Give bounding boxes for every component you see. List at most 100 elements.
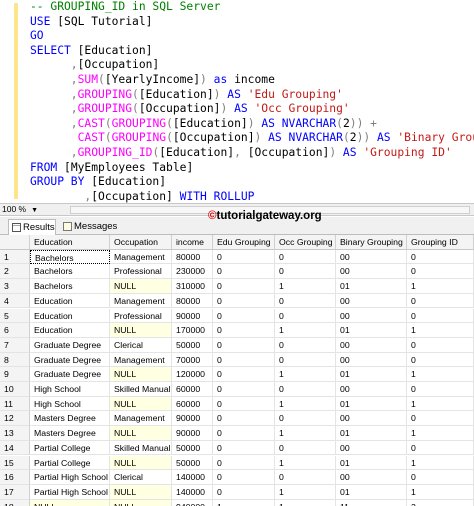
row-number[interactable]: 3 — [0, 279, 30, 294]
table-cell[interactable]: 0 — [213, 411, 275, 427]
table-cell[interactable]: NULL — [110, 426, 172, 441]
table-cell[interactable]: 0 — [213, 264, 275, 280]
table-cell[interactable]: Graduate Degree — [30, 367, 110, 382]
table-cell[interactable]: Professional — [110, 264, 172, 280]
grid-corner[interactable] — [0, 235, 30, 250]
table-cell[interactable]: Management — [110, 411, 172, 427]
table-cell[interactable]: 0 — [407, 411, 474, 427]
table-cell[interactable]: 0 — [213, 249, 275, 265]
table-cell[interactable]: 1 — [407, 323, 474, 338]
table-cell[interactable]: 1 — [213, 499, 275, 506]
table-cell[interactable]: 1 — [407, 367, 474, 382]
table-cell[interactable]: 50000 — [172, 337, 213, 353]
table-cell[interactable]: 1 — [275, 499, 336, 506]
table-cell[interactable]: 1 — [407, 426, 474, 441]
table-cell[interactable]: 00 — [336, 411, 407, 427]
table-cell[interactable]: 1 — [275, 396, 336, 412]
table-cell[interactable]: 00 — [336, 337, 407, 353]
table-cell[interactable]: 1 — [275, 426, 336, 441]
table-cell[interactable]: 1 — [407, 484, 474, 500]
table-cell[interactable]: 90000 — [172, 411, 213, 427]
row-number[interactable]: 7 — [0, 337, 30, 353]
code-line[interactable]: ,GROUPING_ID([Education], [Occupation]) … — [30, 146, 474, 161]
table-row[interactable]: 17 Partial High School NULL 140000 0 1 01 1 — [0, 484, 474, 500]
table-cell[interactable]: High School — [30, 396, 110, 412]
table-cell[interactable]: 0 — [407, 352, 474, 368]
table-cell[interactable]: 0 — [213, 308, 275, 324]
table-row[interactable]: 18NULLNULL94000011113 — [0, 499, 474, 506]
row-number[interactable]: 15 — [0, 455, 30, 471]
table-cell[interactable]: NULL — [110, 499, 172, 506]
code-line[interactable]: -- GROUPING_ID in SQL Server — [30, 0, 474, 15]
row-number[interactable]: 10 — [0, 382, 30, 397]
table-cell[interactable]: 0 — [275, 352, 336, 368]
table-cell[interactable]: 00 — [336, 308, 407, 324]
table-row[interactable]: 6 Education NULL 170000 0 1 01 1 — [0, 323, 474, 338]
table-cell[interactable]: Bachelors — [30, 249, 110, 265]
table-cell[interactable]: 0 — [275, 440, 336, 456]
column-header[interactable]: Occupation — [110, 235, 172, 250]
table-cell[interactable]: 01 — [336, 279, 407, 294]
table-cell[interactable]: 80000 — [172, 293, 213, 309]
code-line[interactable]: ,CAST(GROUPING([Education]) AS NVARCHAR(… — [30, 117, 474, 132]
sql-code[interactable]: -- GROUPING_ID in SQL Server USE [SQL Tut… — [30, 0, 474, 203]
table-cell[interactable]: 90000 — [172, 308, 213, 324]
table-cell[interactable]: Skilled Manual — [110, 382, 172, 397]
table-cell[interactable]: 00 — [336, 470, 407, 485]
table-cell[interactable]: 00 — [336, 440, 407, 456]
code-line[interactable]: FROM [MyEmployees Table] — [30, 161, 474, 176]
code-line[interactable]: SELECT [Education] — [30, 44, 474, 59]
code-line[interactable]: GO — [30, 29, 474, 44]
column-header[interactable]: Occ Grouping — [275, 235, 336, 250]
table-cell[interactable]: Clerical — [110, 337, 172, 353]
table-row[interactable]: 12 Masters Degree Management 90000 0 0 00 0 — [0, 411, 474, 427]
table-cell[interactable]: 140000 — [172, 484, 213, 500]
table-cell[interactable]: NULL — [110, 279, 172, 294]
row-number[interactable]: 18 — [0, 499, 30, 506]
table-cell[interactable]: 0 — [213, 352, 275, 368]
table-row[interactable]: 4 Education Management 80000 0 0 00 0 — [0, 293, 474, 309]
code-line[interactable]: ,SUM([YearlyIncome]) as income — [30, 73, 474, 88]
table-cell[interactable]: 80000 — [172, 249, 213, 265]
table-cell[interactable]: 50000 — [172, 440, 213, 456]
table-cell[interactable]: 0 — [213, 382, 275, 397]
table-cell[interactable]: 0 — [213, 323, 275, 338]
table-cell[interactable]: 0 — [275, 293, 336, 309]
table-cell[interactable]: Education — [30, 308, 110, 324]
table-cell[interactable]: 01 — [336, 323, 407, 338]
table-cell[interactable]: NULL — [110, 484, 172, 500]
row-number[interactable]: 14 — [0, 440, 30, 456]
row-number[interactable]: 16 — [0, 470, 30, 485]
table-cell[interactable]: 0 — [213, 337, 275, 353]
table-cell[interactable]: 0 — [213, 293, 275, 309]
table-row[interactable]: 2 Bachelors Professional 230000 0 0 00 0 — [0, 264, 474, 280]
table-cell[interactable]: Graduate Degree — [30, 337, 110, 353]
table-cell[interactable]: 60000 — [172, 382, 213, 397]
table-cell[interactable]: 0 — [213, 470, 275, 485]
table-cell[interactable]: 3 — [407, 499, 474, 506]
column-header[interactable]: Edu Grouping — [213, 235, 275, 250]
row-number[interactable]: 13 — [0, 426, 30, 441]
table-cell[interactable]: 0 — [407, 264, 474, 280]
table-cell[interactable]: Skilled Manual — [110, 440, 172, 456]
table-cell[interactable]: 310000 — [172, 279, 213, 294]
row-number[interactable]: 11 — [0, 396, 30, 412]
table-cell[interactable]: 1 — [275, 484, 336, 500]
table-cell[interactable]: Masters Degree — [30, 411, 110, 427]
table-cell[interactable]: 0 — [213, 440, 275, 456]
table-cell[interactable]: 0 — [213, 279, 275, 294]
table-row[interactable]: 7 Graduate Degree Clerical 50000 0 0 00 0 — [0, 337, 474, 353]
table-cell[interactable]: 0 — [407, 249, 474, 265]
table-row[interactable]: 1 Bachelors Management 80000 0 0 00 0 — [0, 249, 474, 265]
table-cell[interactable]: 230000 — [172, 264, 213, 280]
table-row[interactable]: 16 Partial High School Clerical 140000 0 0 00 0 — [0, 470, 474, 485]
code-line[interactable]: USE [SQL Tutorial] — [30, 15, 474, 30]
table-cell[interactable]: Bachelors — [30, 264, 110, 280]
table-cell[interactable]: 0 — [275, 382, 336, 397]
table-cell[interactable]: NULL — [110, 396, 172, 412]
table-cell[interactable]: 0 — [407, 440, 474, 456]
table-cell[interactable]: 0 — [407, 308, 474, 324]
table-cell[interactable]: Partial College — [30, 455, 110, 471]
table-cell[interactable]: 1 — [275, 455, 336, 471]
table-cell[interactable]: Masters Degree — [30, 426, 110, 441]
